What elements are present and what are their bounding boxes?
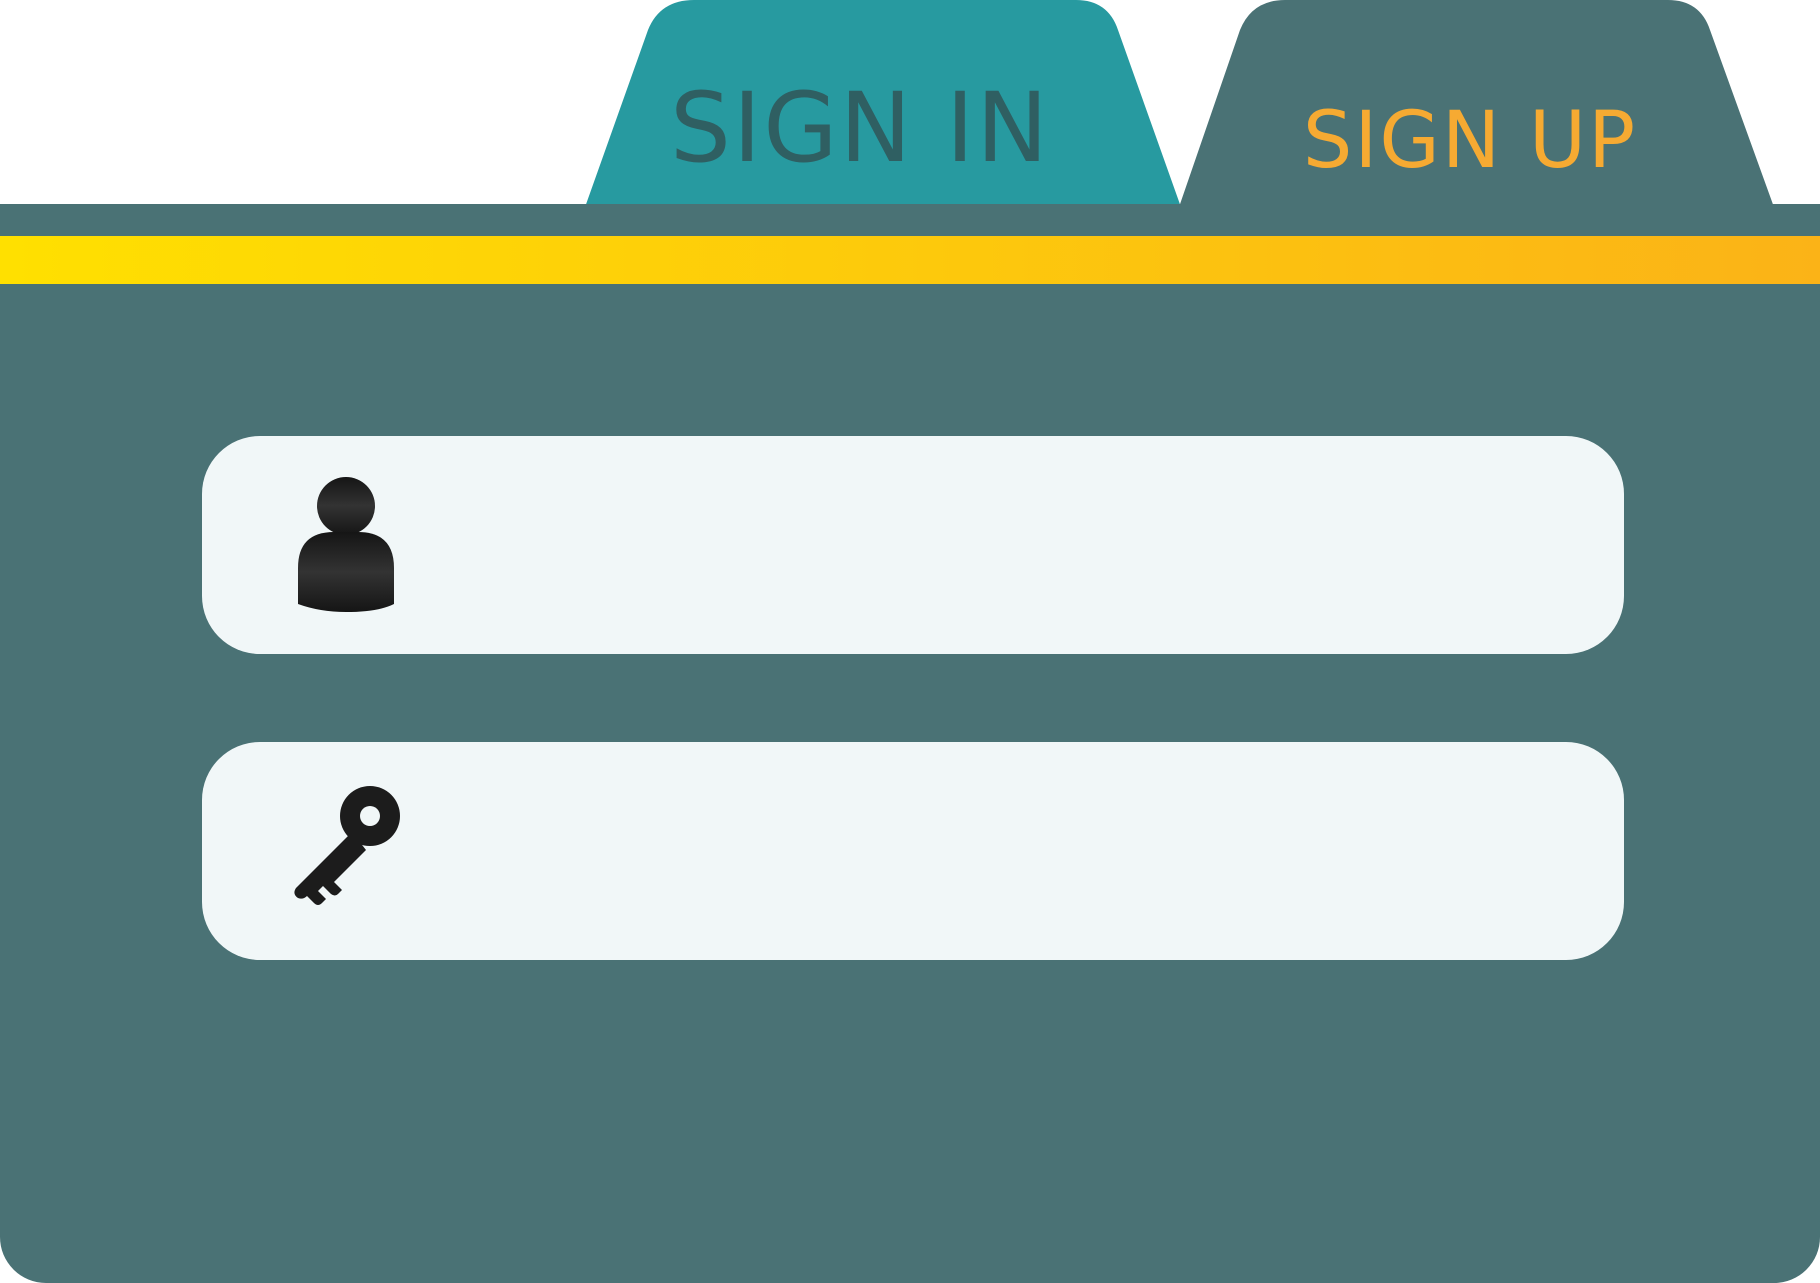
username-field[interactable] [202,436,1624,654]
password-field[interactable] [202,742,1624,960]
tab-sign-up[interactable]: SIGN UP [1180,102,1760,180]
login-screen: SIGN IN SIGN UP [0,0,1820,1283]
user-icon [298,477,394,612]
key-icon [294,786,400,905]
password-input[interactable] [462,786,1566,918]
username-input[interactable] [462,480,1566,612]
tab-sign-in[interactable]: SIGN IN [580,80,1140,176]
accent-stripe [0,236,1820,284]
